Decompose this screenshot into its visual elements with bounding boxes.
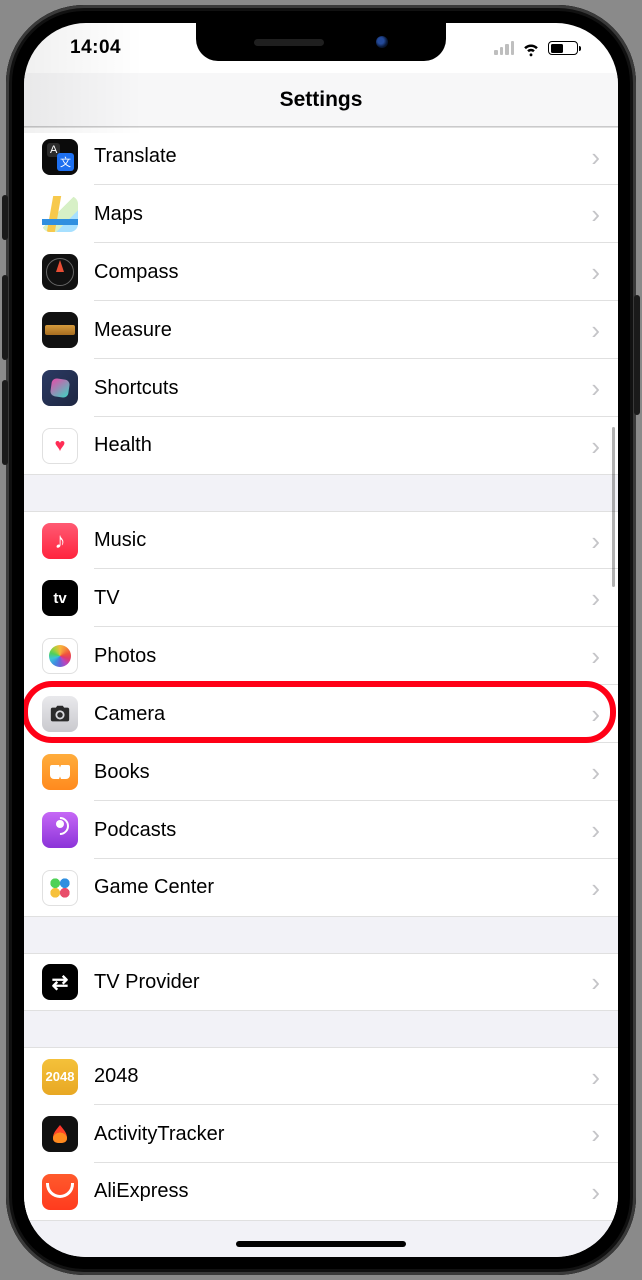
phone-frame: 14:04 Settings Translate › Maps — [6, 5, 636, 1275]
row-label: Maps — [94, 203, 591, 226]
chevron-right-icon: › — [591, 701, 600, 727]
measure-icon — [42, 312, 78, 348]
settings-list[interactable]: Translate › Maps › Compass › Measure › — [24, 127, 618, 1257]
row-translate[interactable]: Translate › — [24, 127, 618, 185]
row-2048[interactable]: 2048 2048 › — [24, 1047, 618, 1105]
chevron-right-icon: › — [591, 759, 600, 785]
row-label: Translate — [94, 145, 591, 168]
wifi-icon — [521, 38, 541, 58]
row-label: Photos — [94, 645, 591, 668]
row-label: Measure — [94, 319, 591, 342]
chevron-right-icon: › — [591, 1064, 600, 1090]
activitytracker-icon — [42, 1116, 78, 1152]
nav-header: Settings — [24, 73, 618, 127]
row-shortcuts[interactable]: Shortcuts › — [24, 359, 618, 417]
chevron-right-icon: › — [591, 259, 600, 285]
row-music[interactable]: Music › — [24, 511, 618, 569]
game-center-icon — [42, 870, 78, 906]
chevron-right-icon: › — [591, 875, 600, 901]
row-photos[interactable]: Photos › — [24, 627, 618, 685]
volume-up-btn — [2, 275, 8, 360]
chevron-right-icon: › — [591, 643, 600, 669]
row-label: Podcasts — [94, 819, 591, 842]
chevron-right-icon: › — [591, 528, 600, 554]
chevron-right-icon: › — [591, 1121, 600, 1147]
row-label: Shortcuts — [94, 377, 591, 400]
mute-switch — [2, 195, 8, 240]
row-game-center[interactable]: Game Center › — [24, 859, 618, 917]
row-label: Books — [94, 761, 591, 784]
home-indicator[interactable] — [236, 1241, 406, 1247]
row-label: TV Provider — [94, 971, 591, 994]
translate-icon — [42, 139, 78, 175]
row-tv[interactable]: TV › — [24, 569, 618, 627]
tv-provider-icon — [42, 964, 78, 1000]
compass-icon — [42, 254, 78, 290]
row-label: TV — [94, 587, 591, 610]
chevron-right-icon: › — [591, 375, 600, 401]
screen: 14:04 Settings Translate › Maps — [24, 23, 618, 1257]
chevron-right-icon: › — [591, 817, 600, 843]
row-maps[interactable]: Maps › — [24, 185, 618, 243]
status-right — [494, 38, 578, 58]
cellular-icon — [494, 41, 514, 55]
shortcuts-icon — [42, 370, 78, 406]
chevron-right-icon: › — [591, 1179, 600, 1205]
scroll-indicator — [612, 427, 615, 587]
chevron-right-icon: › — [591, 144, 600, 170]
chevron-right-icon: › — [591, 433, 600, 459]
aliexpress-icon — [42, 1174, 78, 1210]
row-podcasts[interactable]: Podcasts › — [24, 801, 618, 859]
row-label: Camera — [94, 703, 591, 726]
photos-icon — [42, 638, 78, 674]
camera-icon — [42, 696, 78, 732]
row-compass[interactable]: Compass › — [24, 243, 618, 301]
row-books[interactable]: Books › — [24, 743, 618, 801]
battery-icon — [548, 41, 578, 55]
row-activitytracker[interactable]: ActivityTracker › — [24, 1105, 618, 1163]
settings-group: Translate › Maps › Compass › Measure › — [24, 127, 618, 475]
row-label: Game Center — [94, 876, 591, 899]
settings-group: 2048 2048 › ActivityTracker › AliExpress… — [24, 1047, 618, 1221]
row-health[interactable]: ♥ Health › — [24, 417, 618, 475]
row-measure[interactable]: Measure › — [24, 301, 618, 359]
row-label: Music — [94, 529, 591, 552]
row-label: 2048 — [94, 1065, 591, 1088]
row-label: Compass — [94, 261, 591, 284]
speaker-grille — [254, 39, 324, 46]
row-label: Health — [94, 434, 591, 457]
status-time: 14:04 — [70, 37, 121, 59]
tv-icon — [42, 580, 78, 616]
row-label: AliExpress — [94, 1180, 591, 1203]
row-label: ActivityTracker — [94, 1123, 591, 1146]
chevron-right-icon: › — [591, 969, 600, 995]
music-icon — [42, 523, 78, 559]
app-2048-icon: 2048 — [42, 1059, 78, 1095]
page-title: Settings — [280, 88, 363, 112]
settings-group: TV Provider › — [24, 953, 618, 1011]
books-icon — [42, 754, 78, 790]
maps-icon — [42, 196, 78, 232]
podcasts-icon — [42, 812, 78, 848]
health-icon: ♥ — [42, 428, 78, 464]
row-camera[interactable]: Camera › — [24, 685, 618, 743]
settings-group: Music › TV › Photos › Camera — [24, 511, 618, 917]
power-btn — [634, 295, 640, 415]
chevron-right-icon: › — [591, 317, 600, 343]
volume-down-btn — [2, 380, 8, 465]
row-tv-provider[interactable]: TV Provider › — [24, 953, 618, 1011]
chevron-right-icon: › — [591, 585, 600, 611]
front-camera — [376, 36, 388, 48]
row-aliexpress[interactable]: AliExpress › — [24, 1163, 618, 1221]
chevron-right-icon: › — [591, 201, 600, 227]
notch — [196, 23, 446, 61]
